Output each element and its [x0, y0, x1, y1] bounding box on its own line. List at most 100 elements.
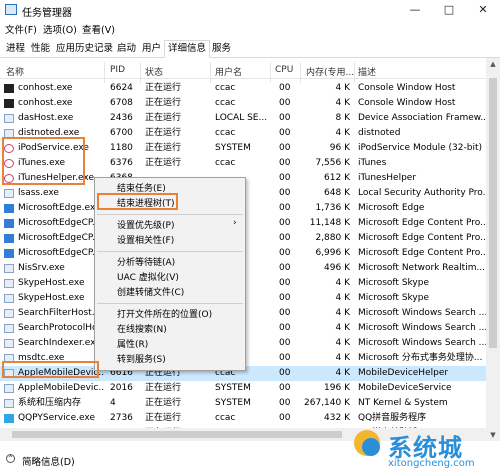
vertical-scroll-thumb[interactable] [489, 78, 497, 348]
cell-desc: Microsoft Windows Search ... [358, 323, 486, 333]
cell-cpu: 00 [279, 398, 291, 408]
minimize-button[interactable]: — [398, 0, 432, 20]
context-menu-item[interactable]: 设置相关性(F) [117, 233, 174, 246]
menu-file[interactable]: 文件(F) [5, 22, 37, 36]
tab-details[interactable]: 详细信息 [164, 40, 211, 58]
menu-options[interactable]: 选项(O) [43, 22, 77, 36]
cell-status: 正在运行 [145, 83, 182, 93]
horizontal-scroll-thumb[interactable] [12, 431, 342, 438]
table-row[interactable]: conhost.exe 6624 正在运行 ccac 00 4 K Console Wind… [0, 81, 486, 96]
cell-desc: Microsoft Skype [358, 293, 429, 303]
cell-cpu: 00 [279, 158, 291, 168]
qq-icon [4, 414, 14, 423]
cell-name: SearchFilterHost.e... [18, 308, 104, 318]
app-icon [4, 189, 14, 198]
cell-desc: Microsoft 分布式事务处理协... [358, 353, 483, 363]
column-status[interactable]: 状态 [145, 65, 163, 78]
cell-desc: Device Association Framew... [358, 113, 486, 123]
context-menu-item[interactable]: 属性(R) [117, 337, 148, 350]
column-pid[interactable]: PID [110, 65, 125, 75]
cell-pid: 1180 [110, 143, 133, 153]
cell-mem: 4 K [335, 278, 351, 288]
cell-mem: 4 K [335, 308, 351, 318]
cell-user: SYSTEM [215, 383, 251, 393]
menu-separator [97, 303, 243, 304]
tab-processes[interactable]: 进程 [2, 40, 29, 58]
context-menu-item[interactable]: 设置优先级(P) [117, 218, 174, 231]
cell-desc: NT Kernel & System [358, 398, 448, 408]
cell-cpu: 00 [279, 413, 291, 423]
context-menu-item[interactable]: 在线搜索(N) [117, 322, 167, 335]
highlight-itunes-processes [2, 137, 85, 185]
cell-cpu: 00 [279, 293, 291, 303]
cell-mem: 7,556 K [315, 158, 350, 168]
app-icon [4, 339, 14, 348]
fewer-details-link[interactable]: 简略信息(D) [22, 454, 75, 468]
cell-user: SYSTEM [215, 398, 251, 408]
context-menu-item[interactable]: 分析等待链(A) [117, 255, 175, 268]
context-menu-item[interactable]: 打开文件所在的位置(O) [117, 307, 212, 320]
table-row[interactable]: QQPYService.exe 2736 正在运行 ccac 00 432 K QQ拼音服务… [0, 411, 486, 426]
title-bar: 任务管理器 — □ ✕ [0, 0, 500, 20]
app-icon [4, 384, 14, 393]
vertical-scrollbar[interactable]: ▲ ▼ [486, 58, 500, 441]
column-username[interactable]: 用户名 [215, 65, 242, 78]
column-cpu[interactable]: CPU [275, 65, 293, 75]
context-menu-item[interactable]: UAC 虚拟化(V) [117, 270, 179, 283]
cell-name: SkypeHost.exe [18, 278, 85, 288]
cell-mem: 267,140 K [304, 398, 350, 408]
cell-mem: 4 K [335, 98, 351, 108]
maximize-button[interactable]: □ [432, 0, 466, 20]
context-menu-item[interactable]: 转到服务(S) [117, 352, 166, 365]
cell-cpu: 00 [279, 353, 291, 363]
table-row[interactable]: dasHost.exe 2436 正在运行 LOCAL SE... 00 8 K Devic… [0, 111, 486, 126]
table-header: 名称 PID 状态 用户名 CPU 内存(专用... 描述 [0, 62, 500, 83]
cell-desc: MobileDeviceHelper [358, 368, 449, 378]
tab-app-history[interactable]: 应用历史记录 [52, 40, 117, 58]
cell-desc: Microsoft Network Realtim... [358, 263, 486, 273]
menu-view[interactable]: 查看(V) [82, 22, 115, 36]
cell-cpu: 00 [279, 128, 291, 138]
cell-user: LOCAL SE... [215, 113, 268, 123]
tab-performance[interactable]: 性能 [27, 40, 54, 58]
cell-cpu: 00 [279, 383, 291, 393]
scroll-up-icon[interactable]: ▲ [486, 60, 500, 68]
cell-pid: 2736 [110, 413, 133, 423]
column-description[interactable]: 描述 [358, 65, 376, 78]
cell-pid: 2016 [110, 383, 133, 393]
cell-mem: 2,880 K [315, 233, 350, 243]
close-button[interactable]: ✕ [466, 0, 500, 20]
table-row[interactable]: 系统和压缩内存 4 正在运行 SYSTEM 00 267,140 K NT Kernel &… [0, 396, 486, 411]
cell-desc: Microsoft Windows Search ... [358, 308, 486, 318]
table-row[interactable]: AppleMobileDevic... 2016 正在运行 SYSTEM 00 196 K… [0, 381, 486, 396]
cell-cpu: 00 [279, 188, 291, 198]
cell-desc: Microsoft Edge Content Pro... [358, 248, 486, 258]
column-name[interactable]: 名称 [6, 65, 24, 78]
cell-mem: 432 K [324, 413, 350, 423]
cell-name: conhost.exe [18, 83, 73, 93]
cell-name: SearchProtocolHo... [18, 323, 104, 333]
cell-desc: Local Security Authority Pro... [358, 188, 486, 198]
tab-startup[interactable]: 启动 [113, 40, 140, 58]
tab-bar: 进程 性能 应用历史记录 启动 用户 详细信息 服务 [0, 37, 500, 58]
edge-icon [4, 234, 14, 243]
cell-name: SearchIndexer.exe [18, 338, 101, 348]
cell-pid: 6708 [110, 98, 133, 108]
cell-cpu: 00 [279, 368, 291, 378]
cell-desc: distnoted [358, 128, 401, 138]
cell-cpu: 00 [279, 323, 291, 333]
cell-name: dasHost.exe [18, 113, 74, 123]
cell-mem: 496 K [324, 263, 350, 273]
cell-status: 正在运行 [145, 143, 182, 153]
cell-cpu: 00 [279, 338, 291, 348]
tab-services[interactable]: 服务 [208, 40, 235, 58]
tab-users[interactable]: 用户 [138, 40, 165, 58]
chevron-up-icon[interactable]: ^ [6, 454, 15, 463]
cell-desc: QQ拼音服务程序 [358, 413, 427, 423]
table-row[interactable]: conhost.exe 6708 正在运行 ccac 00 4 K Console Wind… [0, 96, 486, 111]
cell-cpu: 00 [279, 143, 291, 153]
context-menu-item[interactable]: 创建转储文件(C) [117, 285, 184, 298]
task-manager-icon [5, 4, 17, 15]
column-memory[interactable]: 内存(专用... [306, 65, 354, 78]
cell-name: MicrosoftEdgeCP... [18, 233, 101, 243]
